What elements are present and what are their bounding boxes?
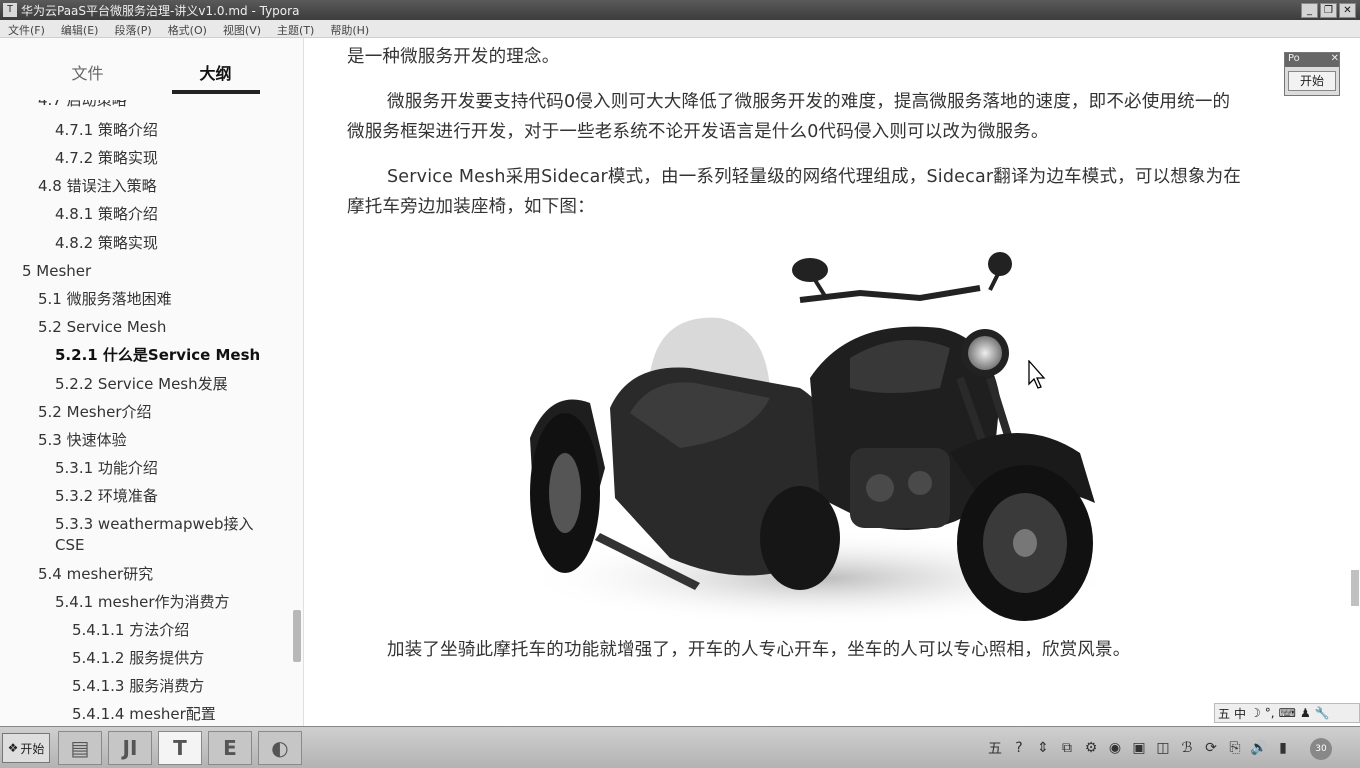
windows-logo-icon: ❖	[7, 741, 19, 755]
tray-clipboard-icon[interactable]: ⎘	[1226, 740, 1244, 756]
tray-sync-icon[interactable]: ⟳	[1202, 740, 1220, 756]
sidebar: 文件 大纲 4.7 启动策略 4.7.1 策略介绍 4.7.2 策略实现 4.8…	[0, 38, 304, 728]
floating-window-title: Po	[1288, 53, 1300, 64]
paragraph-text: 是一种微服务开发的理念。	[347, 47, 560, 67]
ime-keyboard-icon[interactable]: ⌨	[1279, 706, 1296, 720]
outline-item[interactable]: 5.4.1.1 方法介绍	[72, 620, 189, 640]
start-label: 开始	[20, 741, 45, 756]
tray-ime-icon[interactable]: 五	[986, 738, 1004, 758]
paragraph-text: 摩托车旁边加装座椅，如下图：	[347, 197, 595, 217]
taskbar-app-typora[interactable]: T	[158, 731, 202, 765]
floating-window-close-icon[interactable]: ✕	[1331, 53, 1339, 67]
taskbar-app-recorder[interactable]: ◐	[258, 731, 302, 765]
mouse-cursor-icon	[1028, 360, 1046, 389]
ime-wubi-icon[interactable]: 五	[1218, 705, 1230, 722]
maximize-button[interactable]: ❐	[1320, 2, 1337, 18]
menu-view[interactable]: 视图(V)	[215, 20, 269, 37]
outline-item[interactable]: 5.2.2 Service Mesh发展	[55, 374, 228, 394]
tray-display-icon[interactable]: ▣	[1130, 740, 1148, 756]
start-button[interactable]: ❖ 开始	[2, 733, 50, 763]
ime-chinese-icon[interactable]: 中	[1234, 705, 1246, 722]
outline-item[interactable]: 4.7.1 策略介绍	[55, 120, 158, 140]
outline-item[interactable]: 4.8.2 策略实现	[55, 233, 158, 253]
system-tray: 五 ? ⇕ ⧉ ⚙ ◉ ▣ ◫ ℬ ⟳ ⎘ 🔊 ▮	[986, 735, 1292, 761]
outline-item[interactable]: 4.8 错误注入策略	[38, 176, 157, 196]
tray-bluetooth-icon[interactable]: ℬ	[1178, 740, 1196, 756]
outline-item[interactable]: 5.3.2 环境准备	[55, 486, 158, 506]
outline-list: 4.7 启动策略 4.7.1 策略介绍 4.7.2 策略实现 4.8 错误注入策…	[0, 100, 290, 728]
sidebar-scrollbar[interactable]	[293, 610, 301, 662]
outline-item[interactable]: 5.3.1 功能介绍	[55, 458, 158, 478]
menu-file[interactable]: 文件(F)	[0, 20, 53, 37]
sidecar-motorcycle-image	[520, 252, 1120, 626]
outline-item[interactable]: 5.2 Service Mesh	[38, 317, 166, 337]
ime-punctuation-icon[interactable]: °,	[1265, 706, 1275, 720]
outline-item-continued[interactable]: CSE	[55, 535, 84, 555]
taskbar: ❖ 开始 ▤ JI T E ◐ 五 ? ⇕ ⧉ ⚙ ◉ ▣ ◫ ℬ ⟳ ⎘ 🔊 …	[0, 726, 1360, 768]
outline-item[interactable]: 4.7.2 策略实现	[55, 148, 158, 168]
menu-format[interactable]: 格式(O)	[160, 20, 215, 37]
title-bar: T 华为云PaaS平台微服务治理-讲义v1.0.md - Typora _ ❐ …	[0, 0, 1360, 20]
tray-clock-badge[interactable]: 30	[1310, 738, 1332, 760]
ime-settings-icon[interactable]: 🔧	[1315, 706, 1330, 720]
ime-toolbar: 五 中 ☽ °, ⌨ ♟ 🔧	[1214, 703, 1360, 723]
outline-item[interactable]: 5.3 快速体验	[38, 430, 127, 450]
taskbar-app-idea[interactable]: JI	[108, 731, 152, 765]
tray-window-icon[interactable]: ◫	[1154, 740, 1172, 756]
editor-content[interactable]: 是一种微服务开发的理念。 微服务开发要支持代码0侵入则可大大降低了微服务开发的难…	[305, 38, 1350, 726]
paragraph-text: 加装了坐骑此摩托车的功能就增强了，开车的人专心开车，坐车的人可以专心照相，欣赏风…	[387, 640, 1131, 660]
outline-item[interactable]: 4.7 启动策略	[38, 100, 127, 110]
taskbar-app-editor[interactable]: E	[208, 731, 252, 765]
tray-windows-icon[interactable]: ⧉	[1058, 740, 1076, 756]
tray-settings-icon[interactable]: ⚙	[1082, 740, 1100, 756]
paragraph-text: 微服务框架进行开发，对于一些老系统不论开发语言是什么0代码侵入则可以改为微服务。	[347, 122, 1049, 142]
outline-item[interactable]: 4.8.1 策略介绍	[55, 204, 158, 224]
outline-item-active[interactable]: 5.2.1 什么是Service Mesh	[55, 345, 260, 365]
outline-item[interactable]: 5.1 微服务落地困难	[38, 289, 172, 309]
outline-item[interactable]: 5.4.1.2 服务提供方	[72, 648, 204, 668]
menu-edit[interactable]: 编辑(E)	[53, 20, 107, 37]
close-button[interactable]: ✕	[1339, 2, 1356, 18]
tray-network-icon[interactable]: ▮	[1274, 740, 1292, 756]
paragraph-text: Service Mesh采用Sidecar模式，由一系列轻量级的网络代理组成，S…	[387, 167, 1242, 187]
tray-nvidia-icon[interactable]: ◉	[1106, 740, 1124, 756]
outline-item[interactable]: 5.3.3 weathermapweb接入	[55, 514, 254, 534]
outline-item[interactable]: 5.2 Mesher介绍	[38, 402, 152, 422]
outline-item[interactable]: 5.4.1.4 mesher配置	[72, 704, 216, 724]
outline-item[interactable]: 5.4.1 mesher作为消费方	[55, 592, 230, 612]
ime-user-icon[interactable]: ♟	[1300, 706, 1311, 720]
editor-scrollbar[interactable]	[1351, 570, 1359, 606]
outline-item[interactable]: 5 Mesher	[22, 261, 91, 281]
tray-volume-icon[interactable]: 🔊	[1250, 740, 1268, 756]
window-title: 华为云PaaS平台微服务治理-讲义v1.0.md - Typora	[21, 3, 300, 18]
minimize-button[interactable]: _	[1301, 2, 1318, 18]
tray-help-icon[interactable]: ?	[1010, 740, 1028, 756]
menu-help[interactable]: 帮助(H)	[322, 20, 377, 37]
outline-item[interactable]: 5.4 mesher研究	[38, 564, 153, 584]
typora-app-icon: T	[3, 3, 17, 17]
menu-bar: 文件(F) 编辑(E) 段落(P) 格式(O) 视图(V) 主题(T) 帮助(H…	[0, 20, 1360, 38]
taskbar-app-explorer[interactable]: ▤	[58, 731, 102, 765]
menu-paragraph[interactable]: 段落(P)	[106, 20, 159, 37]
floating-start-button[interactable]: 开始	[1288, 71, 1336, 91]
tab-outline[interactable]: 大纲	[171, 38, 260, 94]
menu-theme[interactable]: 主题(T)	[269, 20, 322, 37]
paragraph-text: 微服务开发要支持代码0侵入则可大大降低了微服务开发的难度，提高微服务落地的速度，…	[387, 92, 1231, 112]
outline-item[interactable]: 5.4.1.3 服务消费方	[72, 676, 204, 696]
floating-recorder-window: Po ✕ 开始	[1284, 52, 1340, 96]
ime-moon-icon[interactable]: ☽	[1250, 706, 1261, 720]
tray-arrows-icon[interactable]: ⇕	[1034, 740, 1052, 756]
tab-files[interactable]: 文件	[44, 38, 132, 100]
